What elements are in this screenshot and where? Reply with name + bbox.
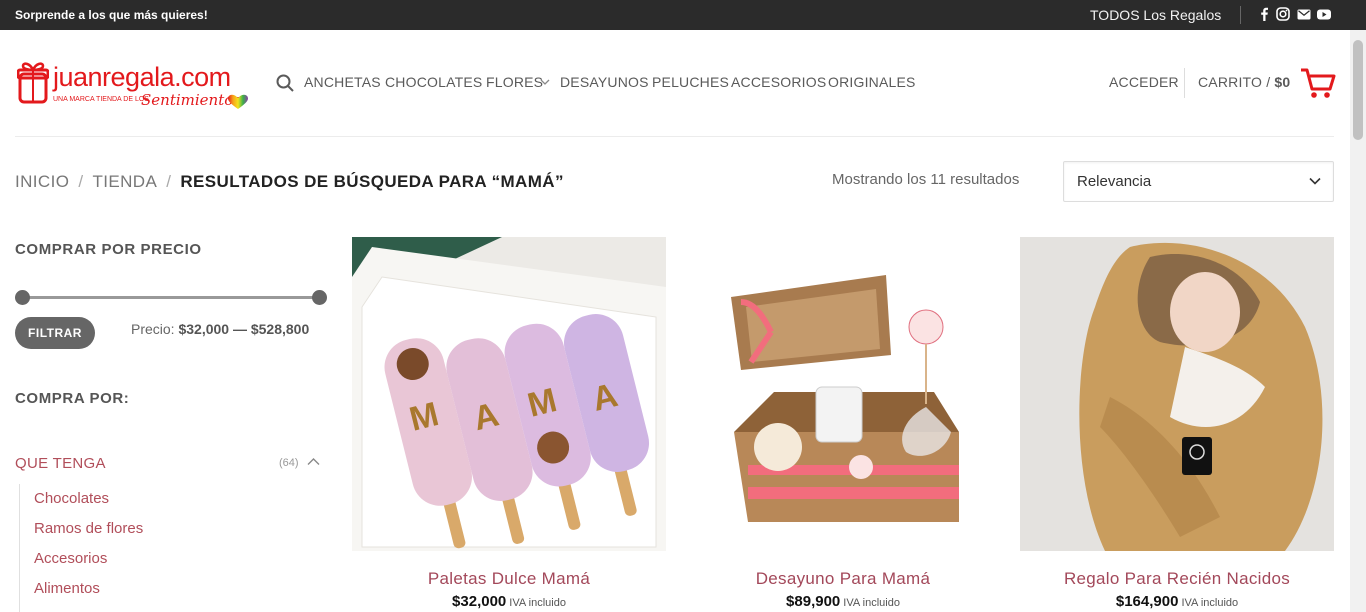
tax-note: IVA incluido	[843, 597, 900, 609]
breadcrumb: INICIO / TIENDA / RESULTADOS DE BÚSQUEDA PAR…	[15, 172, 564, 192]
site-header: juanregala.com UNA MARCA TIENDA DE LOS S…	[0, 30, 1350, 137]
topbar-divider	[1240, 6, 1241, 24]
category-que-tenga[interactable]: QUE TENGA	[15, 455, 106, 472]
category-item-alimentos[interactable]: Alimentos	[34, 580, 100, 597]
category-count: (64)	[279, 457, 299, 469]
all-gifts-link[interactable]: TODOS Los Regalos	[1090, 7, 1221, 23]
nav-item-chocolates[interactable]: CHOCOLATES	[385, 74, 482, 90]
product-name[interactable]: Paletas Dulce Mamá	[352, 569, 666, 589]
gift-logo-icon	[17, 62, 49, 104]
logo-tagline: UNA MARCA TIENDA DE LOS	[53, 96, 149, 103]
category-children-border	[19, 484, 20, 612]
nav-item-desayunos[interactable]: DESAYUNOS	[560, 74, 649, 90]
price-slider-track[interactable]	[22, 296, 319, 299]
nav-item-accesorios[interactable]: ACCESORIOS	[731, 74, 826, 90]
sort-value: Relevancia	[1077, 173, 1152, 190]
category-item-chocolates[interactable]: Chocolates	[34, 490, 109, 507]
price-slider-min-handle[interactable]	[15, 290, 30, 305]
cart-label: CARRITO /	[1198, 74, 1271, 90]
youtube-icon[interactable]	[1317, 7, 1331, 21]
nav-item-flores[interactable]: FLORES	[486, 74, 543, 90]
breadcrumb-divider: /	[78, 172, 84, 191]
product-name[interactable]: Desayuno Para Mamá	[686, 569, 1000, 589]
facebook-icon[interactable]	[1257, 7, 1271, 21]
product-price: $32,000 IVA incluido	[352, 593, 666, 610]
nav-item-peluches[interactable]: PELUCHES	[652, 74, 729, 90]
chevron-up-icon[interactable]	[307, 457, 320, 466]
tax-note: IVA incluido	[509, 597, 566, 609]
buy-by-title: COMPRA POR:	[15, 390, 130, 407]
sort-select[interactable]: Relevancia	[1063, 161, 1334, 202]
product-name[interactable]: Regalo Para Recién Nacidos	[1020, 569, 1334, 589]
filter-button[interactable]: FILTRAR	[15, 317, 95, 349]
rainbow-heart-icon	[228, 94, 248, 109]
price-amount: $89,900	[786, 593, 841, 610]
product-image-desayuno[interactable]	[686, 237, 1000, 551]
product-price: $89,900 IVA incluido	[686, 593, 1000, 610]
breadcrumb-shop[interactable]: TIENDA	[92, 172, 157, 191]
product-image-recien-nacidos[interactable]	[1020, 237, 1334, 551]
nav-item-originales[interactable]: ORIGINALES	[828, 74, 916, 90]
breadcrumb-current: RESULTADOS DE BÚSQUEDA PARA “MAMÁ”	[180, 172, 564, 191]
promo-text: Sorprende a los que más quieres!	[15, 8, 208, 22]
scrollbar-thumb[interactable]	[1353, 40, 1363, 140]
top-bar: Sorprende a los que más quieres! TODOS L…	[0, 0, 1366, 30]
login-link[interactable]: ACCEDER	[1109, 74, 1179, 90]
tax-note: IVA incluido	[1181, 597, 1239, 609]
chevron-down-icon	[1309, 177, 1321, 185]
chevron-down-icon[interactable]	[540, 78, 550, 86]
result-count: Mostrando los 11 resultados	[832, 171, 1020, 188]
cart-total: $0	[1274, 74, 1291, 90]
cart-link[interactable]: CARRITO / $0	[1198, 74, 1290, 90]
price-slider-max-handle[interactable]	[312, 290, 327, 305]
category-item-ramos-de-flores[interactable]: Ramos de flores	[34, 520, 143, 537]
header-divider-line	[15, 136, 1334, 137]
price-range-value: $32,000 — $528,800	[178, 321, 310, 337]
logo-wordmark: juanregala.com	[53, 62, 231, 92]
price-amount: $164,900	[1115, 593, 1179, 610]
product-price: $164,900 IVA incluido	[1020, 593, 1334, 610]
breadcrumb-home[interactable]: INICIO	[15, 172, 69, 191]
site-logo[interactable]: juanregala.com UNA MARCA TIENDA DE LOS S…	[17, 58, 249, 114]
email-icon[interactable]	[1297, 7, 1311, 21]
category-item-accesorios[interactable]: Accesorios	[34, 550, 107, 567]
price-filter-title: COMPRAR POR PRECIO	[15, 241, 202, 258]
logo-script: Sentimientos	[141, 91, 241, 109]
price-label: Precio:	[131, 321, 175, 337]
search-icon[interactable]	[276, 74, 294, 92]
page-scrollbar[interactable]	[1350, 30, 1366, 612]
instagram-icon[interactable]	[1276, 7, 1290, 21]
header-divider	[1184, 68, 1185, 98]
cart-icon[interactable]	[1300, 68, 1336, 100]
breadcrumb-divider: /	[166, 172, 172, 191]
price-range-text: Precio: $32,000 — $528,800	[131, 321, 309, 337]
price-amount: $32,000	[452, 593, 507, 610]
nav-item-anchetas[interactable]: ANCHETAS	[304, 74, 381, 90]
product-image-paletas[interactable]: M A M A	[352, 237, 666, 551]
